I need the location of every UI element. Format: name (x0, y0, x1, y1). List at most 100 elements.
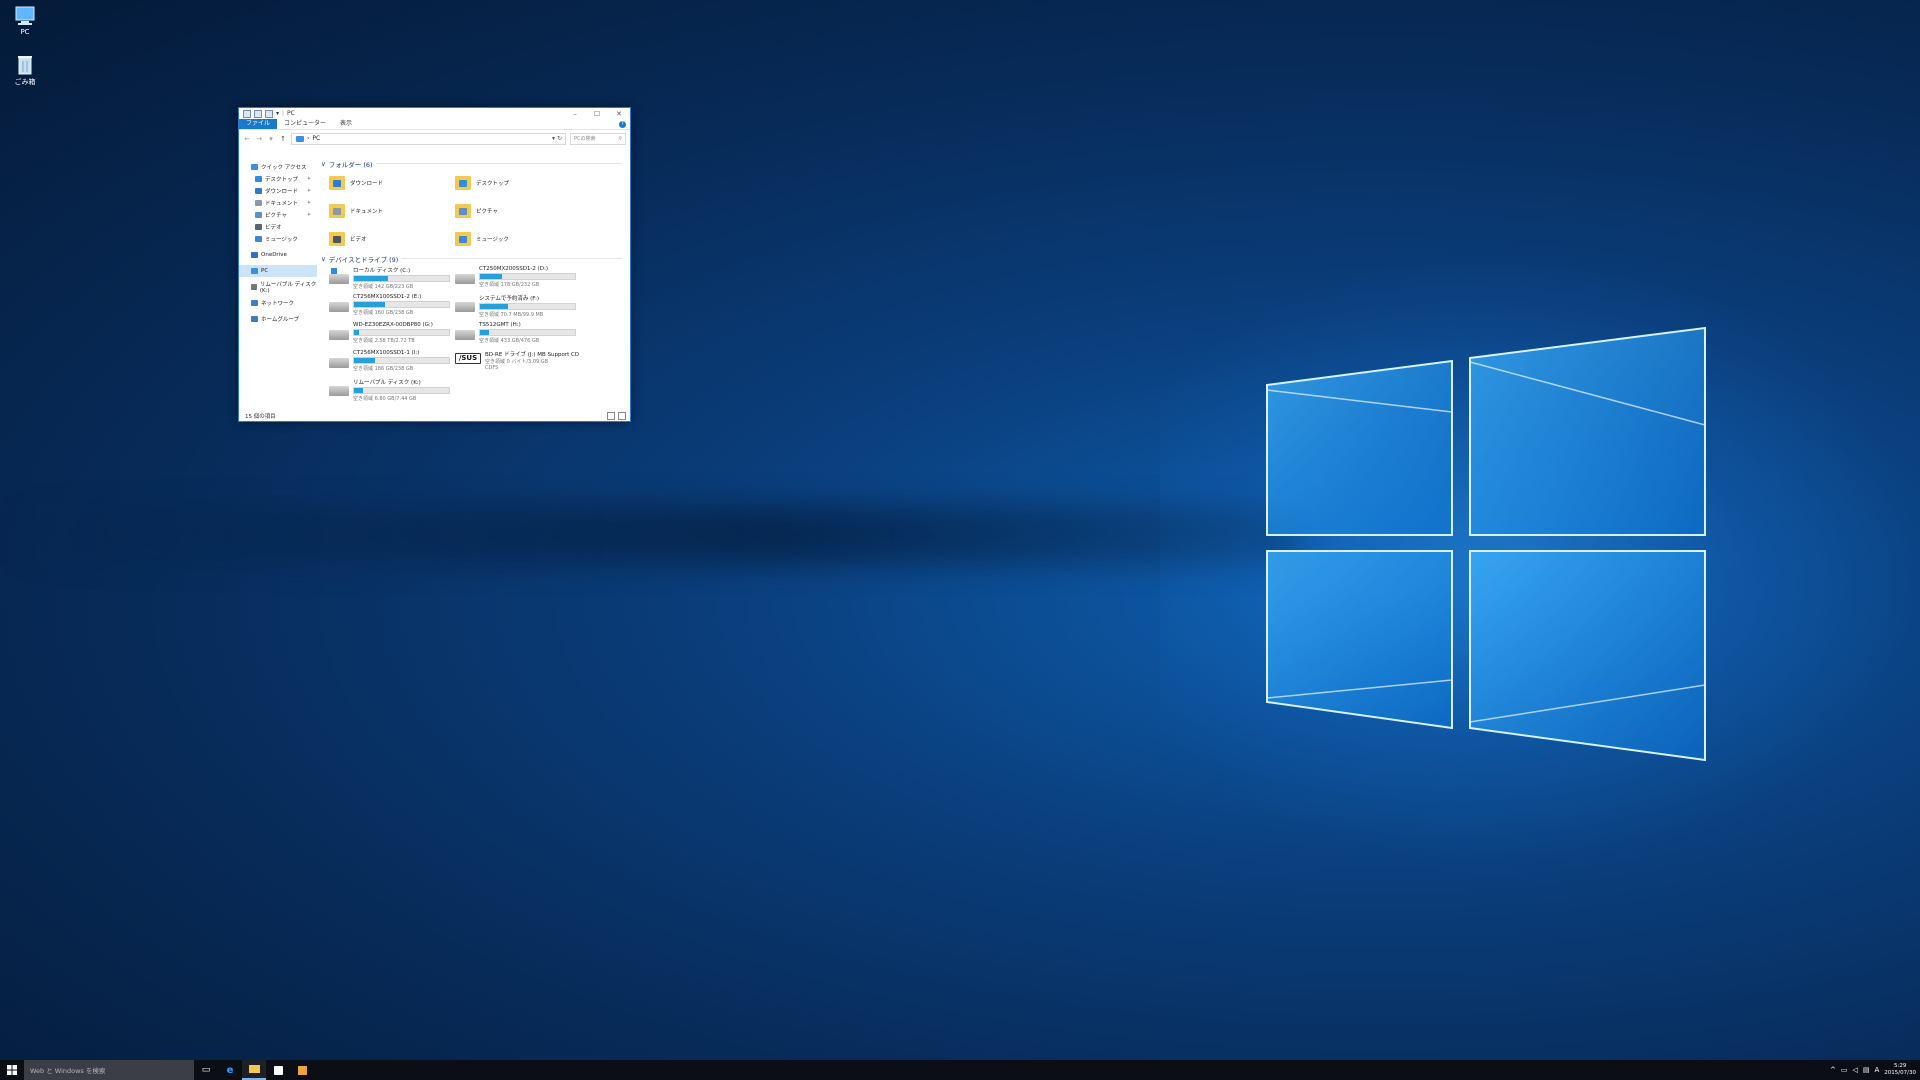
drive-item[interactable]: ローカル ディスク (C:) 空き領域 142 GB/223 GB (329, 264, 455, 292)
folder-item[interactable]: ミュージック (455, 225, 581, 253)
asus-logo-icon: /SUS (455, 353, 481, 364)
recycle-bin-icon (14, 55, 36, 75)
drive-free-space: 空き領域 186 GB/238 GB (353, 366, 414, 372)
window-titlebar[interactable]: ▾ | PC – ☐ ✕ (239, 108, 630, 119)
taskbar-search-input[interactable]: Web と Windows を検索 (24, 1060, 194, 1080)
navigation-bar: ← → ▾ ↑ › PC ▾ ↻ PCの検索 ⚲ (239, 130, 630, 147)
drive-item[interactable]: /SUS BD-RE ドライブ (J:) MB Support CD 空き領域 0 … (455, 348, 581, 376)
tab-file[interactable]: ファイル (239, 119, 278, 129)
address-bar[interactable]: › PC ▾ ↻ (291, 132, 566, 145)
taskbar-search-placeholder: Web と Windows を検索 (30, 1067, 106, 1075)
up-arrow-icon[interactable]: ↑ (279, 135, 287, 143)
file-explorer-window[interactable]: ▾ | PC – ☐ ✕ ファイル コンピューター 表示 ? ← → ▾ ↑ ›… (238, 107, 631, 422)
details-view-icon[interactable] (607, 412, 615, 420)
clock-date: 2015/07/30 (1884, 1070, 1916, 1076)
nav-item[interactable]: ピクチャ ✦ (239, 209, 317, 221)
nav-item[interactable]: ネットワーク (239, 297, 317, 309)
store-button[interactable] (266, 1060, 290, 1080)
edge-icon: e (226, 1064, 234, 1076)
file-explorer-button[interactable] (242, 1060, 266, 1080)
drive-free-space: 空き領域 0 バイト/3.09 GB (485, 359, 549, 365)
drive-name: ローカル ディスク (C:) (353, 268, 411, 274)
drive-item[interactable]: TS512GMT (H:) 空き領域 433 GB/476 GB (455, 320, 581, 348)
drive-name: CT256MX100SSD1-1 (I:) (353, 350, 420, 356)
minimize-button[interactable]: – (564, 110, 586, 118)
address-dropdown-refresh[interactable]: ▾ ↻ (552, 135, 565, 142)
hard-drive-icon (455, 302, 475, 312)
back-arrow-icon[interactable]: ← (243, 135, 251, 143)
nav-item-icon (251, 164, 258, 170)
chevron-down-icon: ∨ (321, 254, 326, 263)
drive-usage-bar (479, 303, 576, 310)
nav-item-icon (251, 316, 258, 322)
nav-item-label: ダウンロード (265, 189, 299, 195)
drive-item[interactable]: CT256MX100SSD1-2 (E:) 空き領域 160 GB/238 GB (329, 292, 455, 320)
app-icon (297, 1065, 307, 1075)
clock[interactable]: 5:29 2015/07/30 (1884, 1063, 1916, 1077)
chevron-up-icon[interactable]: ^ (1830, 1066, 1836, 1074)
drives-group-header[interactable]: ∨ デバイスとドライブ (9) (321, 253, 630, 264)
drive-item[interactable]: リムーバブル ディスク (K:) 空き領域 6.80 GB/7.44 GB (329, 376, 455, 404)
properties-icon[interactable] (254, 109, 262, 118)
folder-icon (455, 204, 471, 218)
edge-button[interactable]: e (218, 1060, 242, 1080)
drive-name: システムで予約済み (F:) (479, 296, 539, 302)
customize-dropdown-icon[interactable]: ▾ (276, 110, 279, 117)
system-drive-icon (329, 268, 349, 284)
nav-item[interactable]: クイック アクセス (239, 161, 317, 173)
folder-label: ビデオ (350, 237, 367, 243)
drive-item[interactable]: システムで予約済み (F:) 空き領域 70.7 MB/99.9 MB (455, 292, 581, 320)
folder-item[interactable]: ピクチャ (455, 197, 581, 225)
system-tray: ^ ▭ ◁ ▤ A 5:29 2015/07/30 (1830, 1063, 1920, 1077)
nav-item[interactable]: ダウンロード ✦ (239, 185, 317, 197)
desktop-icon-recycle-bin[interactable]: ごみ箱 (8, 55, 42, 87)
folder-item[interactable]: ダウンロード (329, 169, 455, 197)
folder-item[interactable]: ドキュメント (329, 197, 455, 225)
folder-icon (455, 176, 471, 190)
ime-indicator[interactable]: A (1875, 1066, 1880, 1074)
folder-item[interactable]: ビデオ (329, 225, 455, 253)
content-pane: ∨ フォルダー (6) ダウンロード デスクトップ ドキュメント ピクチャビデオ ミュー… (317, 158, 630, 411)
window-title: PC (287, 110, 295, 117)
recent-dropdown-icon[interactable]: ▾ (267, 135, 275, 143)
hard-drive-icon (329, 358, 349, 368)
drive-filesystem: CDFS (485, 365, 499, 371)
volume-icon[interactable]: ◁ (1852, 1066, 1857, 1074)
folder-item[interactable]: デスクトップ (455, 169, 581, 197)
nav-item[interactable]: ドキュメント ✦ (239, 197, 317, 209)
help-icon[interactable]: ? (619, 120, 626, 128)
maximize-button[interactable]: ☐ (586, 110, 608, 118)
nav-item[interactable]: ビデオ (239, 221, 317, 233)
start-button[interactable] (0, 1060, 24, 1080)
nav-item[interactable]: ミュージック (239, 233, 317, 245)
nav-item[interactable]: PC (239, 265, 317, 277)
nav-item[interactable]: OneDrive (239, 249, 317, 261)
divider (375, 163, 622, 164)
close-button[interactable]: ✕ (608, 110, 630, 118)
nav-item[interactable]: デスクトップ ✦ (239, 173, 317, 185)
app-button[interactable] (290, 1060, 314, 1080)
drive-usage-fill (480, 304, 508, 309)
desktop-icon-pc[interactable]: PC (8, 6, 42, 36)
breadcrumb[interactable]: PC (312, 135, 320, 142)
network-icon[interactable]: ▭ (1841, 1066, 1848, 1074)
drive-free-space: 空き領域 160 GB/238 GB (353, 310, 414, 316)
action-center-icon[interactable]: ▤ (1863, 1066, 1870, 1074)
large-icons-view-icon[interactable] (618, 412, 626, 420)
nav-item[interactable]: リムーバブル ディスク (K:) (239, 281, 317, 294)
tab-view[interactable]: 表示 (333, 119, 359, 129)
search-input[interactable]: PCの検索 ⚲ (570, 132, 626, 145)
drive-usage-bar (479, 329, 576, 336)
task-view-icon: ▭ (201, 1065, 211, 1075)
nav-item[interactable]: ホームグループ (239, 313, 317, 325)
drive-item[interactable]: WD-EZ30EZRX-00DBP80 (G:) 空き領域 2.58 TB/2.7… (329, 320, 455, 348)
folders-group-header[interactable]: ∨ フォルダー (6) (321, 158, 630, 169)
drive-item[interactable]: CT250MX200SSD1-2 (D:) 空き領域 178 GB/232 GB (455, 264, 581, 292)
forward-arrow-icon[interactable]: → (255, 135, 263, 143)
drive-usage-bar (353, 275, 450, 282)
folder-icon (248, 1065, 260, 1073)
drive-item[interactable]: CT256MX100SSD1-1 (I:) 空き領域 186 GB/238 GB (329, 348, 455, 376)
task-view-button[interactable]: ▭ (194, 1060, 218, 1080)
tab-computer[interactable]: コンピューター (277, 119, 333, 129)
new-folder-icon[interactable] (265, 109, 273, 118)
